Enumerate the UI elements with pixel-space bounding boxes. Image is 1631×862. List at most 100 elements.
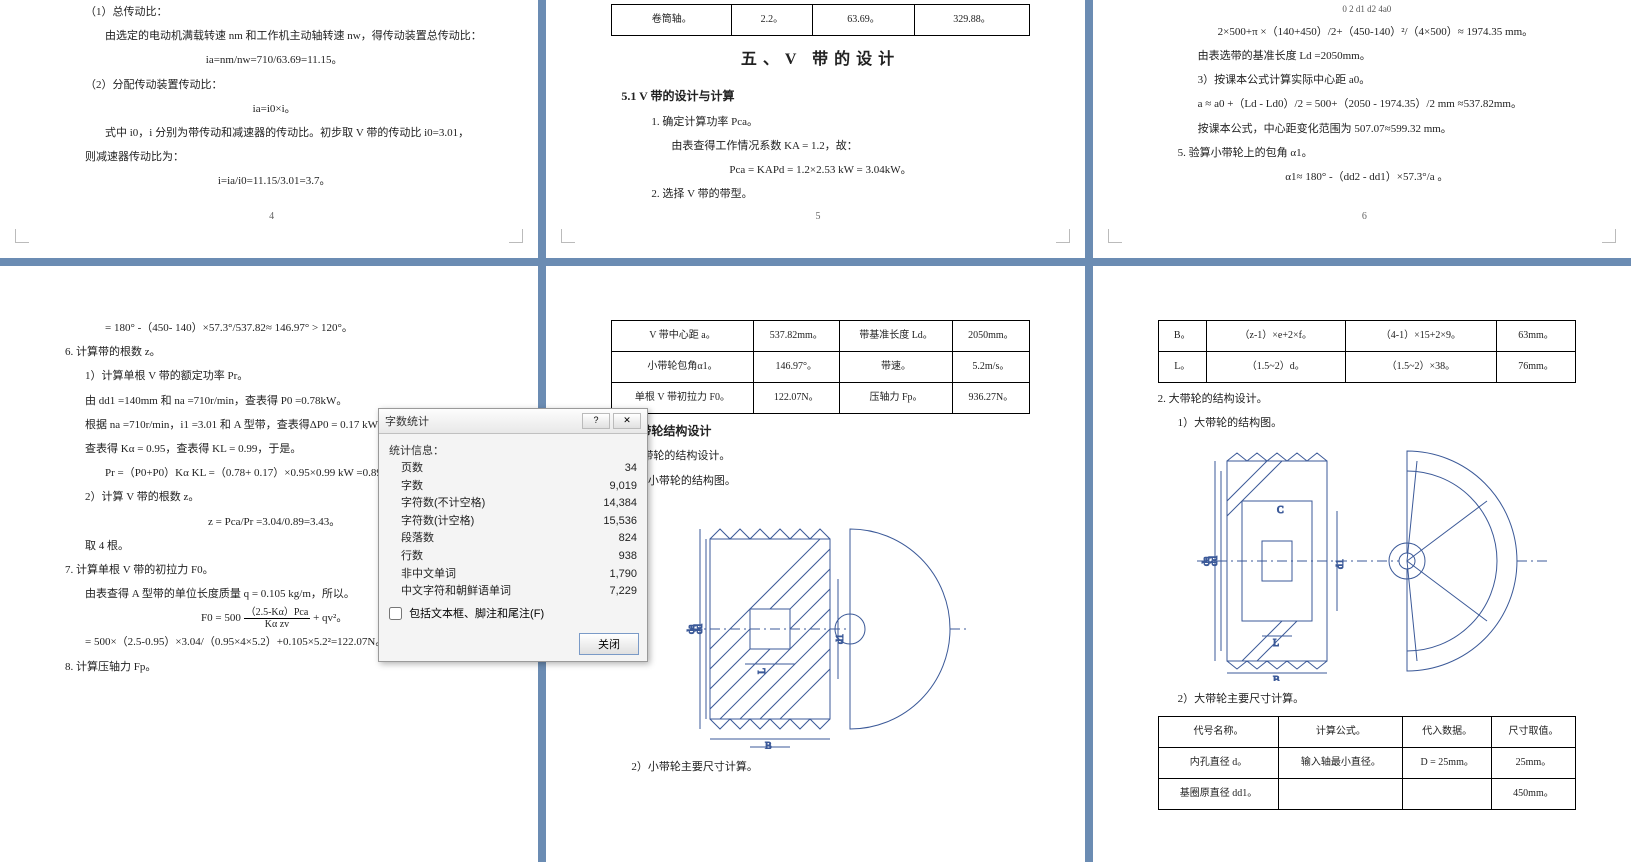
cell: 输入轴最小直径。 xyxy=(1279,747,1403,778)
stat-value: 15,536 xyxy=(603,513,637,531)
formula: = 180° -（450- 140）×57.3°/537.82≈ 146.97°… xyxy=(65,316,483,340)
stat-key: 中文字符和朝鲜语单词 xyxy=(389,583,511,601)
include-checkbox[interactable] xyxy=(389,607,402,620)
section-heading: 五、V 带的设计 xyxy=(611,42,1029,77)
text: 3）按课本公式计算实际中心距 a0。 xyxy=(1158,68,1576,92)
cell: 代号名称。 xyxy=(1158,716,1279,747)
cell: V 带中心距 a。 xyxy=(612,321,753,352)
cell: 小带轮包角α1。 xyxy=(612,352,753,383)
stats-heading: 统计信息： xyxy=(389,442,637,458)
cell: 2050mm。 xyxy=(953,321,1030,352)
text: 2. 大带轮的结构设计。 xyxy=(1158,387,1576,411)
stat-key: 字数 xyxy=(389,478,423,496)
page-number: 6 xyxy=(1362,206,1367,228)
cell: 25mm。 xyxy=(1491,747,1575,778)
cell: 5.2m/s。 xyxy=(953,352,1030,383)
wordcount-dialog[interactable]: 字数统计 ? ✕ 统计信息： 页数34字数 9,019字符数(不计空格)14,38… xyxy=(378,408,648,662)
text: 2）小带轮主要尺寸计算。 xyxy=(611,755,1029,779)
cropmark xyxy=(1602,229,1616,243)
help-button[interactable]: ? xyxy=(582,413,610,429)
text: 5. 验算小带轮上的包角 α1。 xyxy=(1158,141,1576,165)
stat-row: 段落数 824 xyxy=(389,530,637,548)
stat-row: 字符数(不计空格)14,384 xyxy=(389,495,637,513)
small-pulley-diagram: da dd d1 L B L xyxy=(650,499,990,749)
cropmark xyxy=(509,229,523,243)
cell: （1.5~2）d。 xyxy=(1206,352,1345,383)
close-button[interactable]: ✕ xyxy=(613,413,641,429)
cropmark xyxy=(1056,229,1070,243)
cell: 卷筒轴。 xyxy=(612,5,732,36)
text: （1）总传动比： xyxy=(65,0,483,24)
large-pulley-diagram: da dd d1 C L B xyxy=(1177,441,1557,681)
formula: α1≈ 180° -（dd2 - dd1）×57.3°/a 。 xyxy=(1158,165,1576,189)
page-number: 5 xyxy=(815,206,820,228)
text: 则减速器传动比为： xyxy=(65,145,483,169)
cell: 带速。 xyxy=(839,352,952,383)
svg-text:dd: dd xyxy=(1209,556,1220,566)
stat-key: 段落数 xyxy=(389,530,434,548)
stat-key: 字符数(不计空格) xyxy=(389,495,485,513)
cropmark xyxy=(1108,229,1122,243)
table-large-pulley-dim: 代号名称。计算公式。代入数据。尺寸取值。 内孔直径 d。输入轴最小直径。D = … xyxy=(1158,716,1576,810)
text: 由表选带的基准长度 Ld =2050mm。 xyxy=(1158,44,1576,68)
formula: 0 2 d1 d2 4a0 xyxy=(1158,0,1576,20)
page-4: （1）总传动比： 由选定的电动机满载转速 nm 和工作机主动轴转速 nw，得传动… xyxy=(0,0,538,258)
cropmark xyxy=(15,229,29,243)
cell: 63.69。 xyxy=(812,5,915,36)
formula: Pca = KAPd = 1.2×2.53 kW = 3.04kW。 xyxy=(611,158,1029,182)
text: 2. 选择 V 带的带型。 xyxy=(611,182,1029,206)
page-grid: （1）总传动比： 由选定的电动机满载转速 nm 和工作机主动轴转速 nw，得传动… xyxy=(0,0,1631,862)
text: 按课本公式，中心距变化范围为 507.07≈599.32 mm。 xyxy=(1158,117,1576,141)
stat-key: 非中文单词 xyxy=(389,566,456,584)
stat-row: 页数34 xyxy=(389,460,637,478)
stat-row: 字数 9,019 xyxy=(389,478,637,496)
cell: 压轴力 Fp。 xyxy=(839,383,952,414)
cell: 936.27N。 xyxy=(953,383,1030,414)
stat-row: 非中文单词1,790 xyxy=(389,566,637,584)
formula: a ≈ a0 +（Ld - Ld0）/2 = 500+（2050 - 1974.… xyxy=(1158,92,1576,116)
text: 小带轮的结构设计。 xyxy=(611,444,1029,468)
cell: 146.97°。 xyxy=(753,352,839,383)
text: F0 = 500 xyxy=(201,612,241,624)
dialog-titlebar[interactable]: 字数统计 ? ✕ xyxy=(379,409,647,434)
frac-bot: Kα zv xyxy=(244,619,311,630)
cell: （z-1）×e+2×f。 xyxy=(1206,321,1345,352)
stat-value: 7,229 xyxy=(609,583,637,601)
text: + qv²。 xyxy=(313,612,347,624)
stat-value: 824 xyxy=(619,530,637,548)
text: 由表查得工作情况系数 KA = 1.2，故： xyxy=(611,134,1029,158)
text: 1）小带轮的结构图。 xyxy=(611,469,1029,493)
text: 式中 i0，i 分别为带传动和减速器的传动比。初步取 V 带的传动比 i0=3.… xyxy=(65,121,483,145)
table-vbelt-params: V 带中心距 a。537.82mm。带基准长度 Ld。2050mm。 小带轮包角… xyxy=(611,320,1029,414)
text: 1）大带轮的结构图。 xyxy=(1158,411,1576,435)
text: 6. 计算带的根数 z。 xyxy=(65,340,483,364)
page-9: B。（z-1）×e+2×f。（4-1）×15+2×9。63mm。 L。（1.5~… xyxy=(1093,266,1631,862)
table-shaft: 卷筒轴。 2.2。 63.69。 329.88。 xyxy=(611,4,1029,36)
cell: 基圈原直径 dd1。 xyxy=(1158,778,1279,809)
fraction: （2.5-Kα）Pca Kα zv xyxy=(244,607,311,630)
svg-text:L: L xyxy=(1273,638,1279,649)
include-checkbox-row[interactable]: 包括文本框、脚注和尾注(F) xyxy=(389,605,637,621)
text: 1. 确定计算功率 Pca。 xyxy=(611,110,1029,134)
cell: 450mm。 xyxy=(1491,778,1575,809)
page-5: 卷筒轴。 2.2。 63.69。 329.88。 五、V 带的设计 5.1 V … xyxy=(546,0,1084,258)
cell: 尺寸取值。 xyxy=(1491,716,1575,747)
cell: （4-1）×15+2×9。 xyxy=(1345,321,1496,352)
stat-row: 中文字符和朝鲜语单词 7,229 xyxy=(389,583,637,601)
checkbox-label: 包括文本框、脚注和尾注(F) xyxy=(409,608,544,620)
svg-text:C: C xyxy=(1277,505,1284,516)
page-number: 4 xyxy=(269,206,274,228)
text: 由选定的电动机满载转速 nm 和工作机主动轴转速 nw，得传动装置总传动比： xyxy=(65,24,483,48)
cell: 2.2。 xyxy=(732,5,812,36)
cell: 122.07N。 xyxy=(753,383,839,414)
text: 2）大带轮主要尺寸计算。 xyxy=(1158,687,1576,711)
table-dim-bl: B。（z-1）×e+2×f。（4-1）×15+2×9。63mm。 L。（1.5~… xyxy=(1158,320,1576,383)
stat-key: 行数 xyxy=(389,548,423,566)
stat-value: 9,019 xyxy=(609,478,637,496)
close-dialog-button[interactable]: 关闭 xyxy=(579,633,639,655)
stat-value: 938 xyxy=(619,548,637,566)
svg-text:B: B xyxy=(1273,675,1280,681)
svg-text:d1: d1 xyxy=(1335,559,1346,569)
stat-key: 页数 xyxy=(389,460,423,478)
frac-top: （2.5-Kα）Pca xyxy=(244,607,311,619)
